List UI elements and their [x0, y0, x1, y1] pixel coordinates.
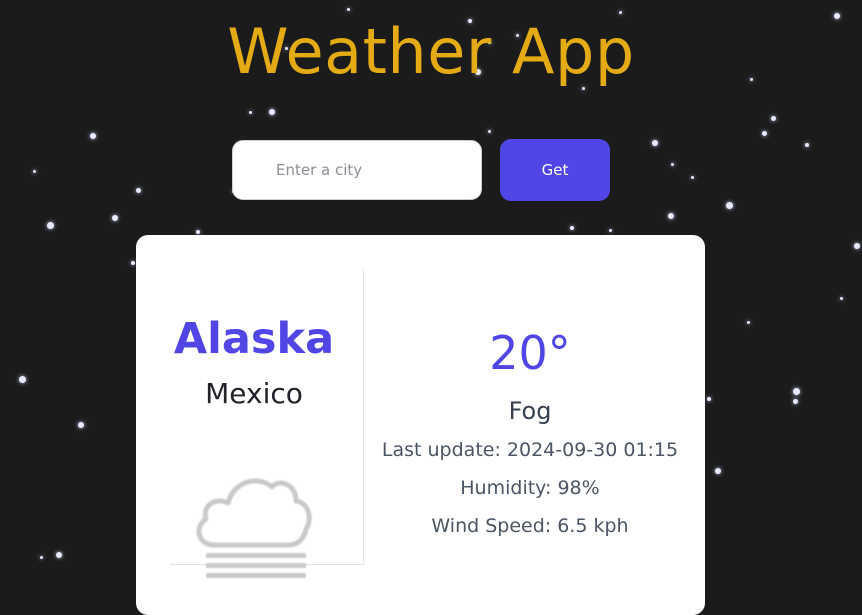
star-dot — [805, 143, 809, 147]
star-dot — [725, 201, 733, 209]
last-update-text: Last update: 2024-09-30 01:15 — [381, 439, 679, 461]
star-dot — [90, 133, 96, 139]
weather-condition: Fog — [508, 397, 552, 425]
star-dot — [39, 555, 43, 559]
temperature-value: 20° — [489, 326, 571, 380]
humidity-text: Humidity: 98% — [460, 477, 600, 499]
star-dot — [761, 130, 767, 136]
star-dot — [56, 552, 62, 558]
star-dot — [608, 228, 612, 232]
star-dot — [269, 109, 275, 115]
get-weather-button[interactable]: Get — [500, 139, 610, 201]
app-title: Weather App — [227, 15, 635, 88]
star-dot — [135, 187, 141, 193]
star-dot — [770, 115, 776, 121]
star-dot — [78, 422, 84, 428]
star-dot — [839, 296, 843, 300]
star-dot — [112, 215, 118, 221]
star-dot — [746, 320, 750, 324]
star-dot — [131, 261, 135, 265]
star-dot — [346, 7, 350, 11]
star-dot — [18, 375, 26, 383]
wind-speed-text: Wind Speed: 6.5 kph — [431, 515, 629, 537]
star-dot — [854, 243, 860, 249]
star-dot — [792, 387, 800, 395]
weather-details-panel: 20° Fog Last update: 2024-09-30 01:15 Hu… — [364, 315, 696, 545]
star-dot — [487, 129, 491, 133]
weather-card: Alaska Mexico 20° Fog Last update: 2024-… — [136, 235, 705, 615]
star-dot — [32, 169, 36, 173]
star-dot — [196, 230, 200, 234]
city-name: Alaska — [173, 314, 335, 364]
star-dot — [690, 175, 694, 179]
star-dot — [652, 140, 658, 146]
location-panel: Alaska Mexico — [170, 269, 364, 578]
star-dot — [46, 221, 54, 229]
star-dot — [570, 226, 574, 230]
city-search-input[interactable] — [232, 140, 482, 200]
star-dot — [707, 397, 711, 401]
star-dot — [792, 398, 798, 404]
country-name: Mexico — [205, 377, 303, 410]
star-dot — [715, 468, 721, 474]
star-dot — [248, 110, 252, 114]
star-dot — [668, 213, 674, 219]
fog-cloud-icon — [196, 478, 312, 578]
star-dot — [670, 162, 674, 166]
